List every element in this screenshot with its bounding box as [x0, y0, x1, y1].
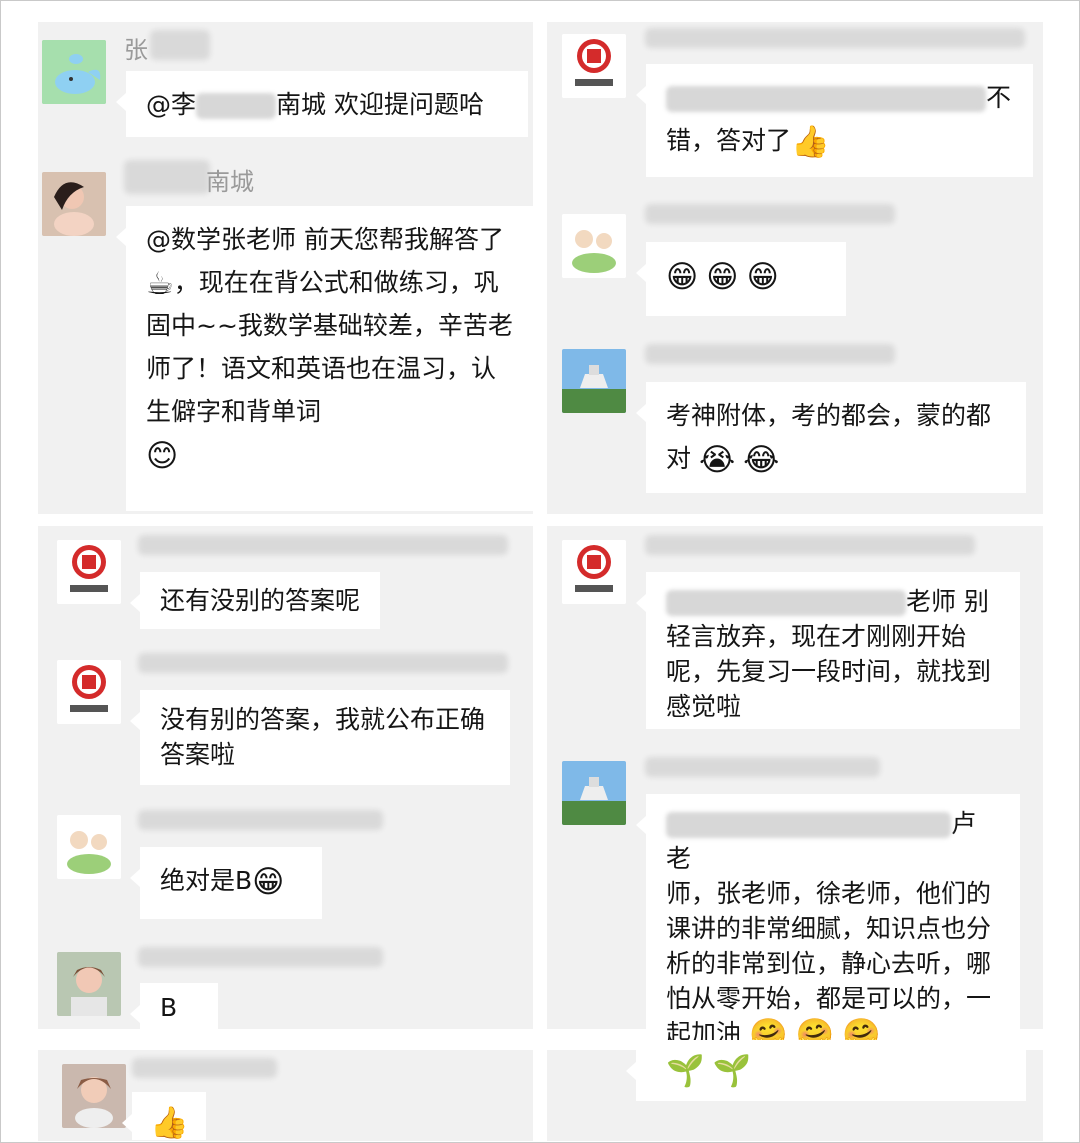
- message-text: 还有没别的答案呢: [160, 586, 361, 615]
- blurred-name: [124, 160, 210, 194]
- message-bubble[interactable]: B: [130, 983, 218, 1033]
- school-logo-avatar[interactable]: [57, 540, 121, 604]
- blurred-name: [138, 535, 508, 555]
- avatar-whale[interactable]: [42, 40, 106, 104]
- message-text: B: [160, 993, 178, 1022]
- message-bubble[interactable]: @李 南城 欢迎提问题哈: [116, 71, 528, 137]
- sender-name-suffix: 南城: [206, 168, 254, 196]
- mention-text: @李: [146, 90, 197, 119]
- thumbs-up-icon: 👍: [791, 123, 830, 160]
- school-logo-avatar[interactable]: [562, 34, 626, 98]
- blurred-text: [666, 812, 951, 838]
- grin-emoji-icon: 😁: [706, 258, 739, 295]
- blurred-name: [645, 28, 1025, 48]
- avatar-girl[interactable]: [57, 952, 121, 1016]
- message-bubble[interactable]: 绝对是B😁: [130, 847, 322, 919]
- message-bubble[interactable]: 卢老 师，张老师，徐老师，他们的课讲的非常细腻，知识点也分析的非常到位，静心去听…: [636, 794, 1020, 1050]
- avatar-family[interactable]: [57, 815, 121, 879]
- blurred-name: [132, 1058, 277, 1078]
- message-text: 南城 欢迎提问题哈: [276, 90, 484, 119]
- message-text: 不: [986, 83, 1012, 112]
- blurred-name: [645, 757, 880, 777]
- grin-emoji-icon: 😁: [746, 258, 779, 295]
- sender-name: 张: [124, 36, 148, 64]
- message-text: 绝对是B: [160, 866, 253, 895]
- crying-emoji-icon: 😭: [698, 441, 736, 478]
- grin-emoji-icon: 😁: [252, 863, 285, 900]
- smile-emoji-icon: 😊: [146, 437, 179, 474]
- message-bubble[interactable]: 老师 别轻言放弃，现在才刚刚开始呢，先复习一段时间，就找到感觉啦: [636, 572, 1020, 729]
- school-logo-avatar[interactable]: [57, 660, 121, 724]
- avatar-family[interactable]: [562, 214, 626, 278]
- message-bubble[interactable]: 不 错，答对了👍: [636, 64, 1033, 177]
- school-logo-avatar[interactable]: [562, 540, 626, 604]
- grin-emoji-icon: 😁: [666, 258, 699, 295]
- message-bubble[interactable]: 没有别的答案，我就公布正确答案啦: [130, 690, 510, 785]
- message-text-continued: 错，答对了: [666, 126, 792, 155]
- blurred-name: [645, 535, 975, 555]
- avatar-woman-bottom[interactable]: [62, 1064, 126, 1128]
- avatar-woman[interactable]: [42, 172, 106, 236]
- message-bubble[interactable]: 还有没别的答案呢: [130, 572, 380, 629]
- message-bubble[interactable]: @数学张老师 前天您帮我解答了 ☕，现在在背公式和做练习，巩固中~~我数学基础较差…: [116, 206, 534, 511]
- message-text-continued: ，现在在背公式和做练习，巩固中~~我数学基础较差，辛苦老师了！语文和英语也在温习…: [146, 268, 513, 426]
- thumbs-up-icon: 👍: [150, 1104, 189, 1141]
- sprout-emoji-icon: 🌱: [666, 1052, 705, 1089]
- blurred-name: [138, 810, 383, 830]
- sprout-emoji-icon: 🌱: [712, 1052, 752, 1089]
- blurred-text: [666, 86, 986, 112]
- message-bubble[interactable]: 考神附体，考的都会，蒙的都对 😭 😂: [636, 382, 1026, 493]
- message-text: 没有别的答案，我就公布正确答案啦: [160, 705, 486, 769]
- blurred-name: [150, 30, 210, 60]
- emoji-message-bubble[interactable]: 🌱 🌱: [626, 1040, 1026, 1101]
- coffee-emoji-icon: ☕: [146, 265, 174, 302]
- blurred-text: [666, 590, 906, 616]
- emoji-message-bubble[interactable]: 😁 😁 😁: [636, 242, 846, 316]
- emoji-message-bubble[interactable]: 👍: [122, 1092, 206, 1141]
- avatar-castle[interactable]: [562, 761, 626, 825]
- blurred-mention: [196, 93, 277, 119]
- laughing-tears-emoji-icon: 😂: [743, 441, 780, 478]
- blurred-name: [138, 653, 508, 673]
- blurred-name: [645, 344, 895, 364]
- blurred-name: [645, 204, 895, 224]
- message-text: @数学张老师 前天您帮我解答了: [146, 225, 504, 254]
- avatar-castle[interactable]: [562, 349, 626, 413]
- blurred-name: [138, 947, 383, 967]
